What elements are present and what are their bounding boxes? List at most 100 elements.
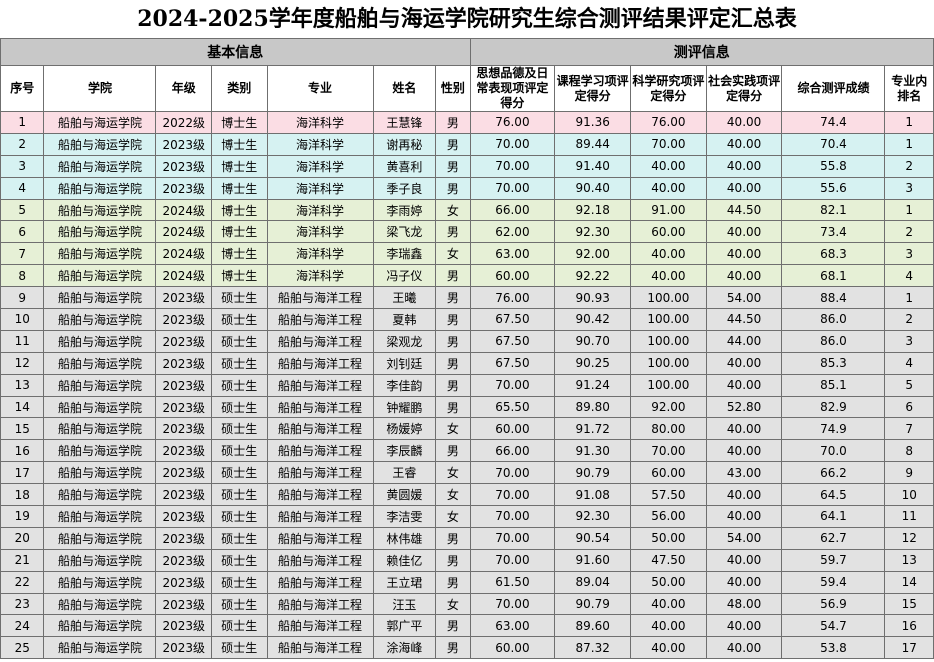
cell-course-score[interactable]: 92.00 xyxy=(554,242,632,266)
cell-research-score[interactable]: 60.00 xyxy=(630,220,707,244)
cell-course-score[interactable]: 92.18 xyxy=(554,198,632,222)
cell-college[interactable]: 船舶与海运学院 xyxy=(43,395,157,419)
cell-total-score[interactable]: 86.0 xyxy=(781,329,886,353)
cell-practice-score[interactable]: 40.00 xyxy=(705,417,783,441)
cell-course-score[interactable]: 90.93 xyxy=(554,286,632,310)
cell-grade[interactable]: 2023级 xyxy=(155,373,213,397)
cell-rank[interactable]: 8 xyxy=(884,439,934,463)
cell-research-score[interactable]: 56.00 xyxy=(630,505,707,528)
cell-course-score[interactable]: 90.79 xyxy=(554,461,632,485)
cell-course-score[interactable]: 90.54 xyxy=(554,526,632,550)
cell-major[interactable]: 船舶与海洋工程 xyxy=(266,548,374,572)
cell-moral-score[interactable]: 60.00 xyxy=(469,417,556,441)
cell-course-score[interactable]: 89.60 xyxy=(554,614,632,638)
cell-course-score[interactable]: 90.25 xyxy=(554,351,632,375)
cell-major[interactable]: 海洋科学 xyxy=(266,176,374,200)
cell-practice-score[interactable]: 44.00 xyxy=(705,329,783,353)
cell-course-score[interactable]: 92.22 xyxy=(554,264,632,288)
cell-major[interactable]: 船舶与海洋工程 xyxy=(266,592,374,616)
cell-category[interactable]: 硕士生 xyxy=(211,329,268,353)
cell-total-score[interactable]: 82.9 xyxy=(781,395,886,419)
cell-moral-score[interactable]: 60.00 xyxy=(469,264,556,288)
cell-practice-score[interactable]: 44.50 xyxy=(705,198,783,222)
cell-major[interactable]: 海洋科学 xyxy=(266,220,374,244)
cell-practice-score[interactable]: 40.00 xyxy=(705,264,783,288)
cell-research-score[interactable]: 100.00 xyxy=(630,329,707,353)
cell-practice-score[interactable]: 40.00 xyxy=(705,351,783,375)
cell-practice-score[interactable]: 40.00 xyxy=(705,220,783,244)
cell-college[interactable]: 船舶与海运学院 xyxy=(43,198,157,222)
cell-college[interactable]: 船舶与海运学院 xyxy=(43,286,157,310)
cell-total-score[interactable]: 70.0 xyxy=(781,439,886,463)
cell-category[interactable]: 硕士生 xyxy=(211,614,268,638)
cell-course-score[interactable]: 91.72 xyxy=(554,417,632,441)
cell-research-score[interactable]: 40.00 xyxy=(630,614,707,638)
cell-category[interactable]: 博士生 xyxy=(211,132,268,156)
cell-course-score[interactable]: 89.04 xyxy=(554,570,632,594)
cell-rank[interactable]: 9 xyxy=(884,461,934,485)
cell-total-score[interactable]: 55.8 xyxy=(781,154,886,178)
cell-major[interactable]: 船舶与海洋工程 xyxy=(266,395,374,419)
cell-practice-score[interactable]: 40.00 xyxy=(705,570,783,594)
cell-rank[interactable]: 7 xyxy=(884,417,934,441)
cell-total-score[interactable]: 59.4 xyxy=(781,570,886,594)
cell-grade[interactable]: 2023级 xyxy=(155,461,213,485)
cell-name[interactable]: 王立珺 xyxy=(372,570,437,594)
cell-course-score[interactable]: 91.60 xyxy=(554,548,632,572)
cell-moral-score[interactable]: 61.50 xyxy=(469,570,556,594)
cell-moral-score[interactable]: 70.00 xyxy=(469,132,556,156)
cell-total-score[interactable]: 85.1 xyxy=(781,373,886,397)
cell-major[interactable]: 船舶与海洋工程 xyxy=(266,636,374,660)
cell-major[interactable]: 海洋科学 xyxy=(266,132,374,156)
cell-total-score[interactable]: 66.2 xyxy=(781,461,886,485)
cell-grade[interactable]: 2023级 xyxy=(155,636,213,660)
cell-practice-score[interactable]: 54.00 xyxy=(705,526,783,550)
cell-grade[interactable]: 2023级 xyxy=(155,395,213,419)
cell-course-score[interactable]: 89.80 xyxy=(554,395,632,419)
cell-gender[interactable]: 男 xyxy=(435,614,471,638)
cell-gender[interactable]: 女 xyxy=(435,592,471,616)
cell-name[interactable]: 李佳韵 xyxy=(372,373,437,397)
cell-index[interactable]: 3 xyxy=(0,154,45,178)
cell-category[interactable]: 博士生 xyxy=(211,154,268,178)
cell-college[interactable]: 船舶与海运学院 xyxy=(43,242,157,266)
cell-gender[interactable]: 女 xyxy=(435,483,471,507)
cell-moral-score[interactable]: 63.00 xyxy=(469,614,556,638)
cell-name[interactable]: 黄圆媛 xyxy=(372,483,437,507)
cell-rank[interactable]: 12 xyxy=(884,526,934,550)
cell-gender[interactable]: 女 xyxy=(435,417,471,441)
cell-category[interactable]: 博士生 xyxy=(211,176,268,200)
cell-index[interactable]: 16 xyxy=(0,439,45,463)
cell-category[interactable]: 硕士生 xyxy=(211,351,268,375)
cell-grade[interactable]: 2024级 xyxy=(155,264,213,288)
cell-category[interactable]: 硕士生 xyxy=(211,636,268,660)
cell-major[interactable]: 船舶与海洋工程 xyxy=(266,286,374,310)
cell-course-score[interactable]: 90.70 xyxy=(554,329,632,353)
cell-index[interactable]: 12 xyxy=(0,351,45,375)
cell-research-score[interactable]: 60.00 xyxy=(630,461,707,485)
cell-research-score[interactable]: 92.00 xyxy=(630,395,707,419)
cell-category[interactable]: 硕士生 xyxy=(211,308,268,331)
cell-total-score[interactable]: 74.9 xyxy=(781,417,886,441)
cell-moral-score[interactable]: 60.00 xyxy=(469,636,556,660)
cell-research-score[interactable]: 91.00 xyxy=(630,198,707,222)
cell-category[interactable]: 硕士生 xyxy=(211,286,268,310)
cell-total-score[interactable]: 62.7 xyxy=(781,526,886,550)
cell-index[interactable]: 2 xyxy=(0,132,45,156)
cell-index[interactable]: 11 xyxy=(0,329,45,353)
cell-moral-score[interactable]: 76.00 xyxy=(469,286,556,310)
cell-research-score[interactable]: 100.00 xyxy=(630,351,707,375)
cell-gender[interactable]: 男 xyxy=(435,395,471,419)
cell-rank[interactable]: 3 xyxy=(884,242,934,266)
cell-research-score[interactable]: 57.50 xyxy=(630,483,707,507)
cell-grade[interactable]: 2023级 xyxy=(155,308,213,331)
cell-gender[interactable]: 男 xyxy=(435,570,471,594)
cell-name[interactable]: 李雨婷 xyxy=(372,198,437,222)
cell-course-score[interactable]: 90.79 xyxy=(554,592,632,616)
cell-grade[interactable]: 2023级 xyxy=(155,132,213,156)
cell-total-score[interactable]: 55.6 xyxy=(781,176,886,200)
cell-name[interactable]: 王慧锋 xyxy=(372,111,437,134)
cell-practice-score[interactable]: 40.00 xyxy=(705,439,783,463)
cell-research-score[interactable]: 40.00 xyxy=(630,592,707,616)
cell-moral-score[interactable]: 70.00 xyxy=(469,461,556,485)
